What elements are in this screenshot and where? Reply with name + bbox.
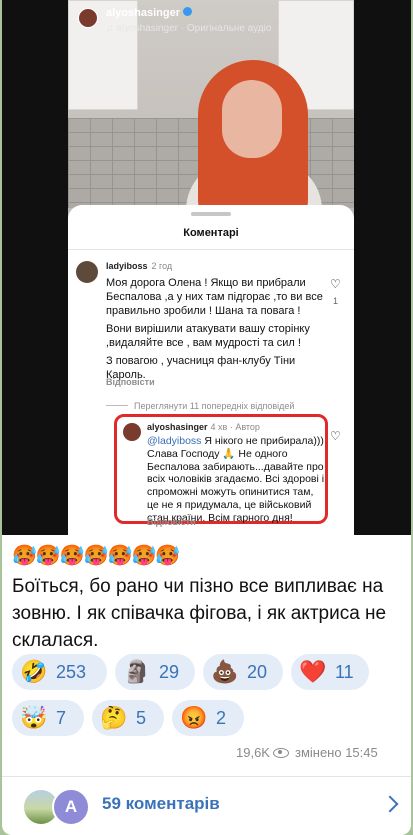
message-bubble: alyoshasinger ♫ alyoshasinger · Оригінал… (2, 0, 411, 835)
person-face (222, 80, 282, 158)
message-meta: 19,6K змінено 15:45 (236, 745, 378, 760)
author-avatar (123, 423, 141, 441)
comments-count-label: 59 коментарів (102, 794, 220, 813)
exploding-head-emoji-icon: 🤯 (20, 705, 48, 730)
reaction-moai[interactable]: 🗿 29 (115, 654, 195, 690)
edited-time: змінено 15:45 (294, 745, 378, 760)
commenter-avatar: A (52, 788, 90, 826)
heart-emoji-icon: ❤️ (299, 659, 327, 684)
angry-emoji-icon: 😡 (180, 705, 208, 730)
reaction-rofl[interactable]: 🤣 253 (12, 654, 107, 690)
sheet-title: Коментарі (183, 227, 239, 239)
reaction-heart[interactable]: ❤️ 11 (291, 654, 369, 690)
comment-username: ladyiboss (106, 261, 148, 271)
sheet-handle (191, 212, 231, 216)
reply-reply-link: Відповісти (147, 517, 196, 527)
heart-outline-icon: ♡ (330, 429, 341, 443)
reaction-poo[interactable]: 💩 20 (203, 654, 283, 690)
embedded-video[interactable]: alyoshasinger ♫ alyoshasinger · Оригінал… (2, 0, 411, 535)
reaction-exploding-head[interactable]: 🤯 7 (12, 700, 84, 736)
heart-outline-icon: ♡ (330, 277, 341, 291)
reply-header: alyoshasinger 4 хв · Автор (147, 422, 260, 432)
divider (106, 405, 128, 406)
chevron-right-icon (381, 795, 399, 813)
instagram-audio: ♫ alyoshasinger · Оригінальне аудіо (106, 23, 272, 34)
comment-time: 2 год (151, 261, 173, 271)
verified-badge-icon (182, 7, 192, 16)
reply-username: alyoshasinger (147, 422, 208, 432)
thinking-emoji-icon: 🤔 (100, 705, 128, 730)
comment-header: ladyiboss 2 год (106, 261, 172, 271)
instagram-username: alyoshasinger (106, 7, 192, 19)
comment-reply-link: Відповісти (106, 377, 155, 387)
comment-text: Моя дорога Олена ! Якщо ви прибрали Бесп… (106, 277, 323, 381)
poo-emoji-icon: 💩 (211, 659, 239, 684)
view-count: 19,6K (236, 745, 270, 760)
previous-replies-link: Переглянути 11 попередніх відповідей (106, 401, 294, 411)
comments-sheet: Коментарі ladyiboss 2 год Моя дорога Олен… (68, 205, 354, 535)
reaction-angry[interactable]: 😡 2 (172, 700, 244, 736)
instagram-avatar (78, 8, 98, 28)
reply-meta: 4 хв · Автор (210, 422, 260, 432)
eye-icon (272, 748, 289, 758)
reply-mention: @ladyiboss (147, 435, 202, 447)
message-text: Боїться, бо рано чи пізно все випливає н… (12, 576, 387, 651)
reply-text: @ladyiboss Я нікого не прибирала))) Слав… (147, 435, 325, 524)
comment-like-count: 1 (333, 296, 339, 306)
moai-emoji-icon: 🗿 (123, 659, 151, 684)
message-emojis: 🥵🥵🥵🥵🥵🥵🥵 (12, 545, 180, 567)
commenter-avatar (76, 261, 98, 283)
comments-button[interactable]: A 59 коментарів (2, 777, 411, 835)
rofl-emoji-icon: 🤣 (20, 659, 48, 684)
highlighted-author-reply: alyoshasinger 4 хв · Автор @ladyiboss Я н… (114, 414, 328, 527)
reaction-thinking[interactable]: 🤔 5 (92, 700, 164, 736)
divider (68, 249, 354, 250)
